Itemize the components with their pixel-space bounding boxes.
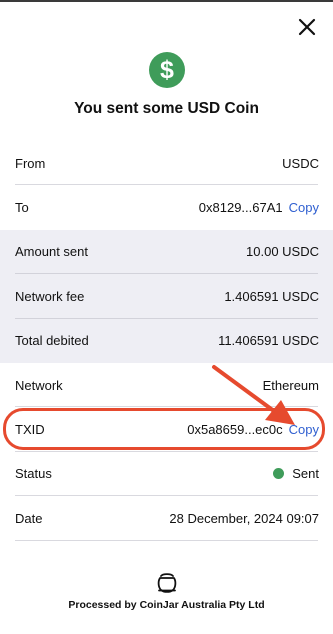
divider xyxy=(15,539,318,541)
copy-txid-button[interactable]: Copy xyxy=(289,422,319,437)
status-value: Sent xyxy=(273,466,319,481)
txid-hash: 0x5a8659...ec0c xyxy=(187,422,283,438)
row-network-fee: Network fee 1.406591 USDC xyxy=(0,274,333,319)
row-total-debited: Total debited 11.406591 USDC xyxy=(0,318,333,363)
transaction-details: From USDC To 0x8129...67A1 Copy Amount s… xyxy=(0,141,333,541)
transaction-detail-screen: $ You sent some USD Coin From USDC To 0x… xyxy=(0,0,333,634)
page-title: You sent some USD Coin xyxy=(74,100,259,117)
status-text: Sent xyxy=(292,466,319,482)
amount-sent-value: 10.00 USDC xyxy=(246,244,319,260)
network-fee-value: 1.406591 USDC xyxy=(224,288,319,304)
copy-to-address-button[interactable]: Copy xyxy=(289,200,319,215)
status-dot-icon xyxy=(273,468,285,480)
to-value: 0x8129...67A1 Copy xyxy=(199,200,319,215)
close-icon[interactable] xyxy=(294,14,320,40)
date-label: Date xyxy=(15,510,43,526)
top-border xyxy=(0,0,333,2)
total-debited-label: Total debited xyxy=(15,333,89,349)
row-amount-sent: Amount sent 10.00 USDC xyxy=(0,229,333,275)
row-to: To 0x8129...67A1 Copy xyxy=(0,185,333,229)
date-value: 28 December, 2024 09:07 xyxy=(169,510,319,526)
network-fee-label: Network fee xyxy=(15,288,85,304)
from-value: USDC xyxy=(282,156,319,171)
coinjar-logo-icon xyxy=(155,572,179,594)
row-from: From USDC xyxy=(0,141,333,186)
status-label: Status xyxy=(15,466,52,482)
network-label: Network xyxy=(15,377,63,393)
to-address: 0x8129...67A1 xyxy=(198,200,283,216)
dollar-symbol: $ xyxy=(160,55,174,84)
row-status: Status Sent xyxy=(0,452,333,497)
from-value-text: USDC xyxy=(282,155,319,171)
dollar-icon: $ xyxy=(149,52,185,88)
total-debited-value: 11.406591 USDC xyxy=(218,333,319,349)
to-label: To xyxy=(15,200,29,216)
row-date: Date 28 December, 2024 09:07 xyxy=(0,496,333,541)
footer-processed-by: Processed by CoinJar Australia Pty Ltd xyxy=(68,599,265,611)
from-label: From xyxy=(15,155,46,171)
txid-value: 0x5a8659...ec0c Copy xyxy=(187,422,319,437)
row-network: Network Ethereum xyxy=(0,363,333,408)
txid-label: TXID xyxy=(15,422,45,438)
amount-sent-label: Amount sent xyxy=(15,244,88,260)
network-value: Ethereum xyxy=(262,377,319,393)
row-txid: TXID 0x5a8659...ec0c Copy xyxy=(0,407,333,452)
